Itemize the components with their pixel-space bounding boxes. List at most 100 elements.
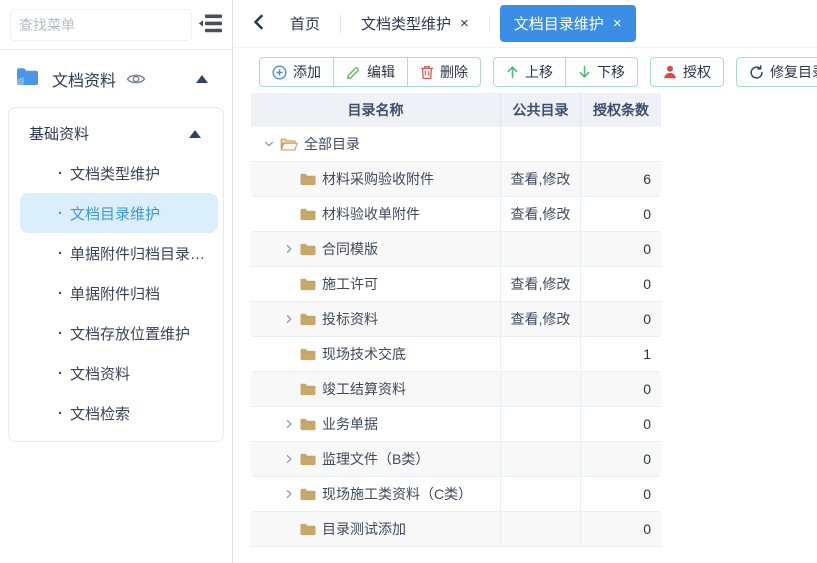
row-public-perms <box>501 372 581 406</box>
row-auth-count: 1 <box>581 337 661 371</box>
toolbar-button-label: 添加 <box>293 62 321 82</box>
trash-icon <box>420 65 434 80</box>
column-header-public: 公共目录 <box>501 93 581 127</box>
pencil-icon <box>346 65 361 80</box>
sidebar-item-label: 文档检索 <box>70 403 130 424</box>
table-row[interactable]: 竣工结算资料 0 <box>251 372 661 407</box>
toolbar-button[interactable]: 修复目录路径 <box>736 57 817 87</box>
row-auth-count <box>581 127 661 161</box>
sidebar-item[interactable]: · 单据附件归档 <box>20 273 218 313</box>
sidebar-item[interactable]: · 文档存放位置维护 <box>20 313 218 353</box>
tab-divider <box>489 15 490 33</box>
toolbar-button-group: 添加 编辑 删除 <box>259 57 481 87</box>
tab-label: 文档目录维护 <box>514 13 604 34</box>
row-public-perms: 查看,修改 <box>501 302 581 336</box>
folder-closed-icon <box>300 348 316 361</box>
sidebar-section-document-material[interactable]: 文档资料 <box>0 50 232 103</box>
table-row[interactable]: 施工许可 查看,修改 0 <box>251 267 661 302</box>
row-name: 全部目录 <box>304 134 360 154</box>
row-name: 竣工结算资料 <box>322 379 406 399</box>
table-row[interactable]: 业务单据 0 <box>251 407 661 442</box>
sidebar-menu: · 文档类型维护 · 文档目录维护 · 单据附件归档目录… · 单据附件归档 ·… <box>9 153 223 433</box>
table-row[interactable]: 现场施工类资料（C类） 0 <box>251 477 661 512</box>
folder-closed-icon <box>300 453 316 466</box>
row-public-perms <box>501 232 581 266</box>
row-public-perms <box>501 477 581 511</box>
toolbar-button-group: 授权 <box>650 57 724 87</box>
bullet-icon: · <box>58 245 63 262</box>
row-auth-count: 0 <box>581 407 661 441</box>
tab-divider <box>340 15 341 33</box>
sidebar-item-label: 单据附件归档目录… <box>70 243 205 264</box>
caret-right-icon[interactable] <box>283 243 300 255</box>
sidebar-item[interactable]: · 单据附件归档目录… <box>20 233 218 273</box>
caret-down-icon[interactable] <box>263 138 280 150</box>
sidebar-item[interactable]: · 文档类型维护 <box>20 153 218 193</box>
circle-plus-icon <box>272 65 287 80</box>
row-public-perms <box>501 127 581 161</box>
toolbar-button-label: 删除 <box>440 62 468 82</box>
bullet-icon: · <box>58 405 63 422</box>
table-row[interactable]: 合同模版 0 <box>251 232 661 267</box>
close-icon[interactable]: × <box>460 16 469 31</box>
search-input[interactable] <box>10 9 192 41</box>
toolbar-button[interactable]: 上移 <box>493 57 566 87</box>
table-row[interactable]: 现场技术交底 1 <box>251 337 661 372</box>
arrow-up-icon <box>506 65 519 79</box>
arrow-down-icon <box>578 65 591 79</box>
row-public-perms: 查看,修改 <box>501 162 581 196</box>
collapse-sidebar-button[interactable] <box>196 11 226 39</box>
toolbar-button-label: 上移 <box>525 62 553 82</box>
sidebar: 文档资料 基础资料 · 文档类型维护 · 文档目录维护 · 单据附件归档目录… … <box>0 0 233 563</box>
row-public-perms <box>501 407 581 441</box>
tab-bar: 首页 文档类型维护 × 文档目录维护 × <box>234 0 817 48</box>
row-public-perms <box>501 512 581 546</box>
close-icon[interactable]: × <box>613 16 622 31</box>
sidebar-item[interactable]: · 文档资料 <box>20 353 218 393</box>
tab[interactable]: 文档类型维护 × <box>351 5 479 42</box>
table-row[interactable]: 全部目录 <box>251 127 661 162</box>
row-name: 监理文件（B类） <box>322 449 429 469</box>
toolbar-button[interactable]: 下移 <box>565 57 638 87</box>
folder-blue-icon <box>16 67 39 91</box>
table-row[interactable]: 材料采购验收附件 查看,修改 6 <box>251 162 661 197</box>
bullet-icon: · <box>58 205 63 222</box>
folder-closed-icon <box>300 383 316 396</box>
tabs-back-button[interactable] <box>246 10 270 37</box>
column-header-name: 目录名称 <box>251 93 501 127</box>
caret-right-icon[interactable] <box>283 453 300 465</box>
toolbar-button-group: 上移 下移 <box>493 57 638 87</box>
table-row[interactable]: 目录测试添加 0 <box>251 512 661 547</box>
row-auth-count: 0 <box>581 302 661 336</box>
main-area: 首页 文档类型维护 × 文档目录维护 × 添加 编辑 删除 上移 下移 授权 修… <box>234 0 817 563</box>
row-name: 投标资料 <box>322 309 378 329</box>
toolbar-button[interactable]: 编辑 <box>333 57 408 87</box>
folder-closed-icon <box>300 278 316 291</box>
bullet-icon: · <box>58 285 63 302</box>
row-auth-count: 0 <box>581 197 661 231</box>
table-row[interactable]: 材料验收单附件 查看,修改 0 <box>251 197 661 232</box>
group-label: 基础资料 <box>29 123 89 144</box>
row-public-perms <box>501 337 581 371</box>
sidebar-group-basic-data[interactable]: 基础资料 <box>9 108 223 153</box>
toolbar-button[interactable]: 删除 <box>407 57 481 87</box>
row-public-perms <box>501 442 581 476</box>
sidebar-item-label: 文档类型维护 <box>70 163 160 184</box>
tab[interactable]: 文档目录维护 × <box>500 5 636 42</box>
caret-right-icon[interactable] <box>283 488 300 500</box>
tab[interactable]: 首页 <box>280 5 330 42</box>
row-name: 施工许可 <box>322 274 378 294</box>
sidebar-item[interactable]: · 文档目录维护 <box>20 193 218 233</box>
sidebar-item[interactable]: · 文档检索 <box>20 393 218 433</box>
toolbar-button[interactable]: 添加 <box>259 57 334 87</box>
bullet-icon: · <box>58 365 63 382</box>
row-auth-count: 0 <box>581 232 661 266</box>
eye-icon[interactable] <box>126 72 146 86</box>
caret-right-icon[interactable] <box>283 313 300 325</box>
collapse-menu-icon <box>198 13 224 37</box>
table-row[interactable]: 监理文件（B类） 0 <box>251 442 661 477</box>
row-public-perms: 查看,修改 <box>501 267 581 301</box>
table-row[interactable]: 投标资料 查看,修改 0 <box>251 302 661 337</box>
toolbar-button[interactable]: 授权 <box>650 57 724 87</box>
caret-right-icon[interactable] <box>283 418 300 430</box>
